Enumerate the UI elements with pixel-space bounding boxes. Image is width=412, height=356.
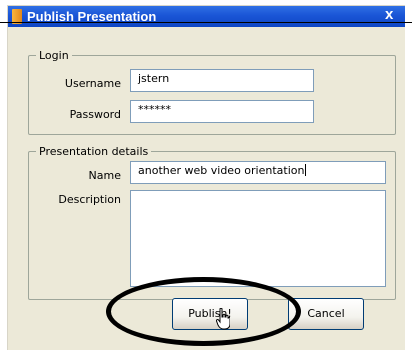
- username-label: Username: [64, 77, 121, 90]
- publish-button[interactable]: Publish!: [172, 298, 248, 330]
- cancel-button[interactable]: Cancel: [288, 298, 364, 330]
- password-field[interactable]: ******: [130, 100, 314, 123]
- title-bar[interactable]: Publish Presentation x: [8, 6, 405, 27]
- details-legend: Presentation details: [39, 145, 149, 158]
- dialog-divider: [0, 22, 412, 23]
- name-field-text: another web video orientation: [138, 164, 305, 177]
- close-icon: x: [385, 6, 394, 23]
- password-label: Password: [69, 108, 121, 121]
- text-caret: [305, 164, 307, 176]
- name-field[interactable]: another web video orientation: [130, 161, 386, 184]
- description-field[interactable]: [130, 190, 386, 287]
- username-field[interactable]: jstern: [130, 69, 314, 92]
- description-label: Description: [58, 193, 121, 206]
- name-label: Name: [88, 169, 121, 182]
- publish-dialog: Publish Presentation x Login Username js…: [7, 5, 405, 350]
- login-legend: Login: [39, 49, 69, 62]
